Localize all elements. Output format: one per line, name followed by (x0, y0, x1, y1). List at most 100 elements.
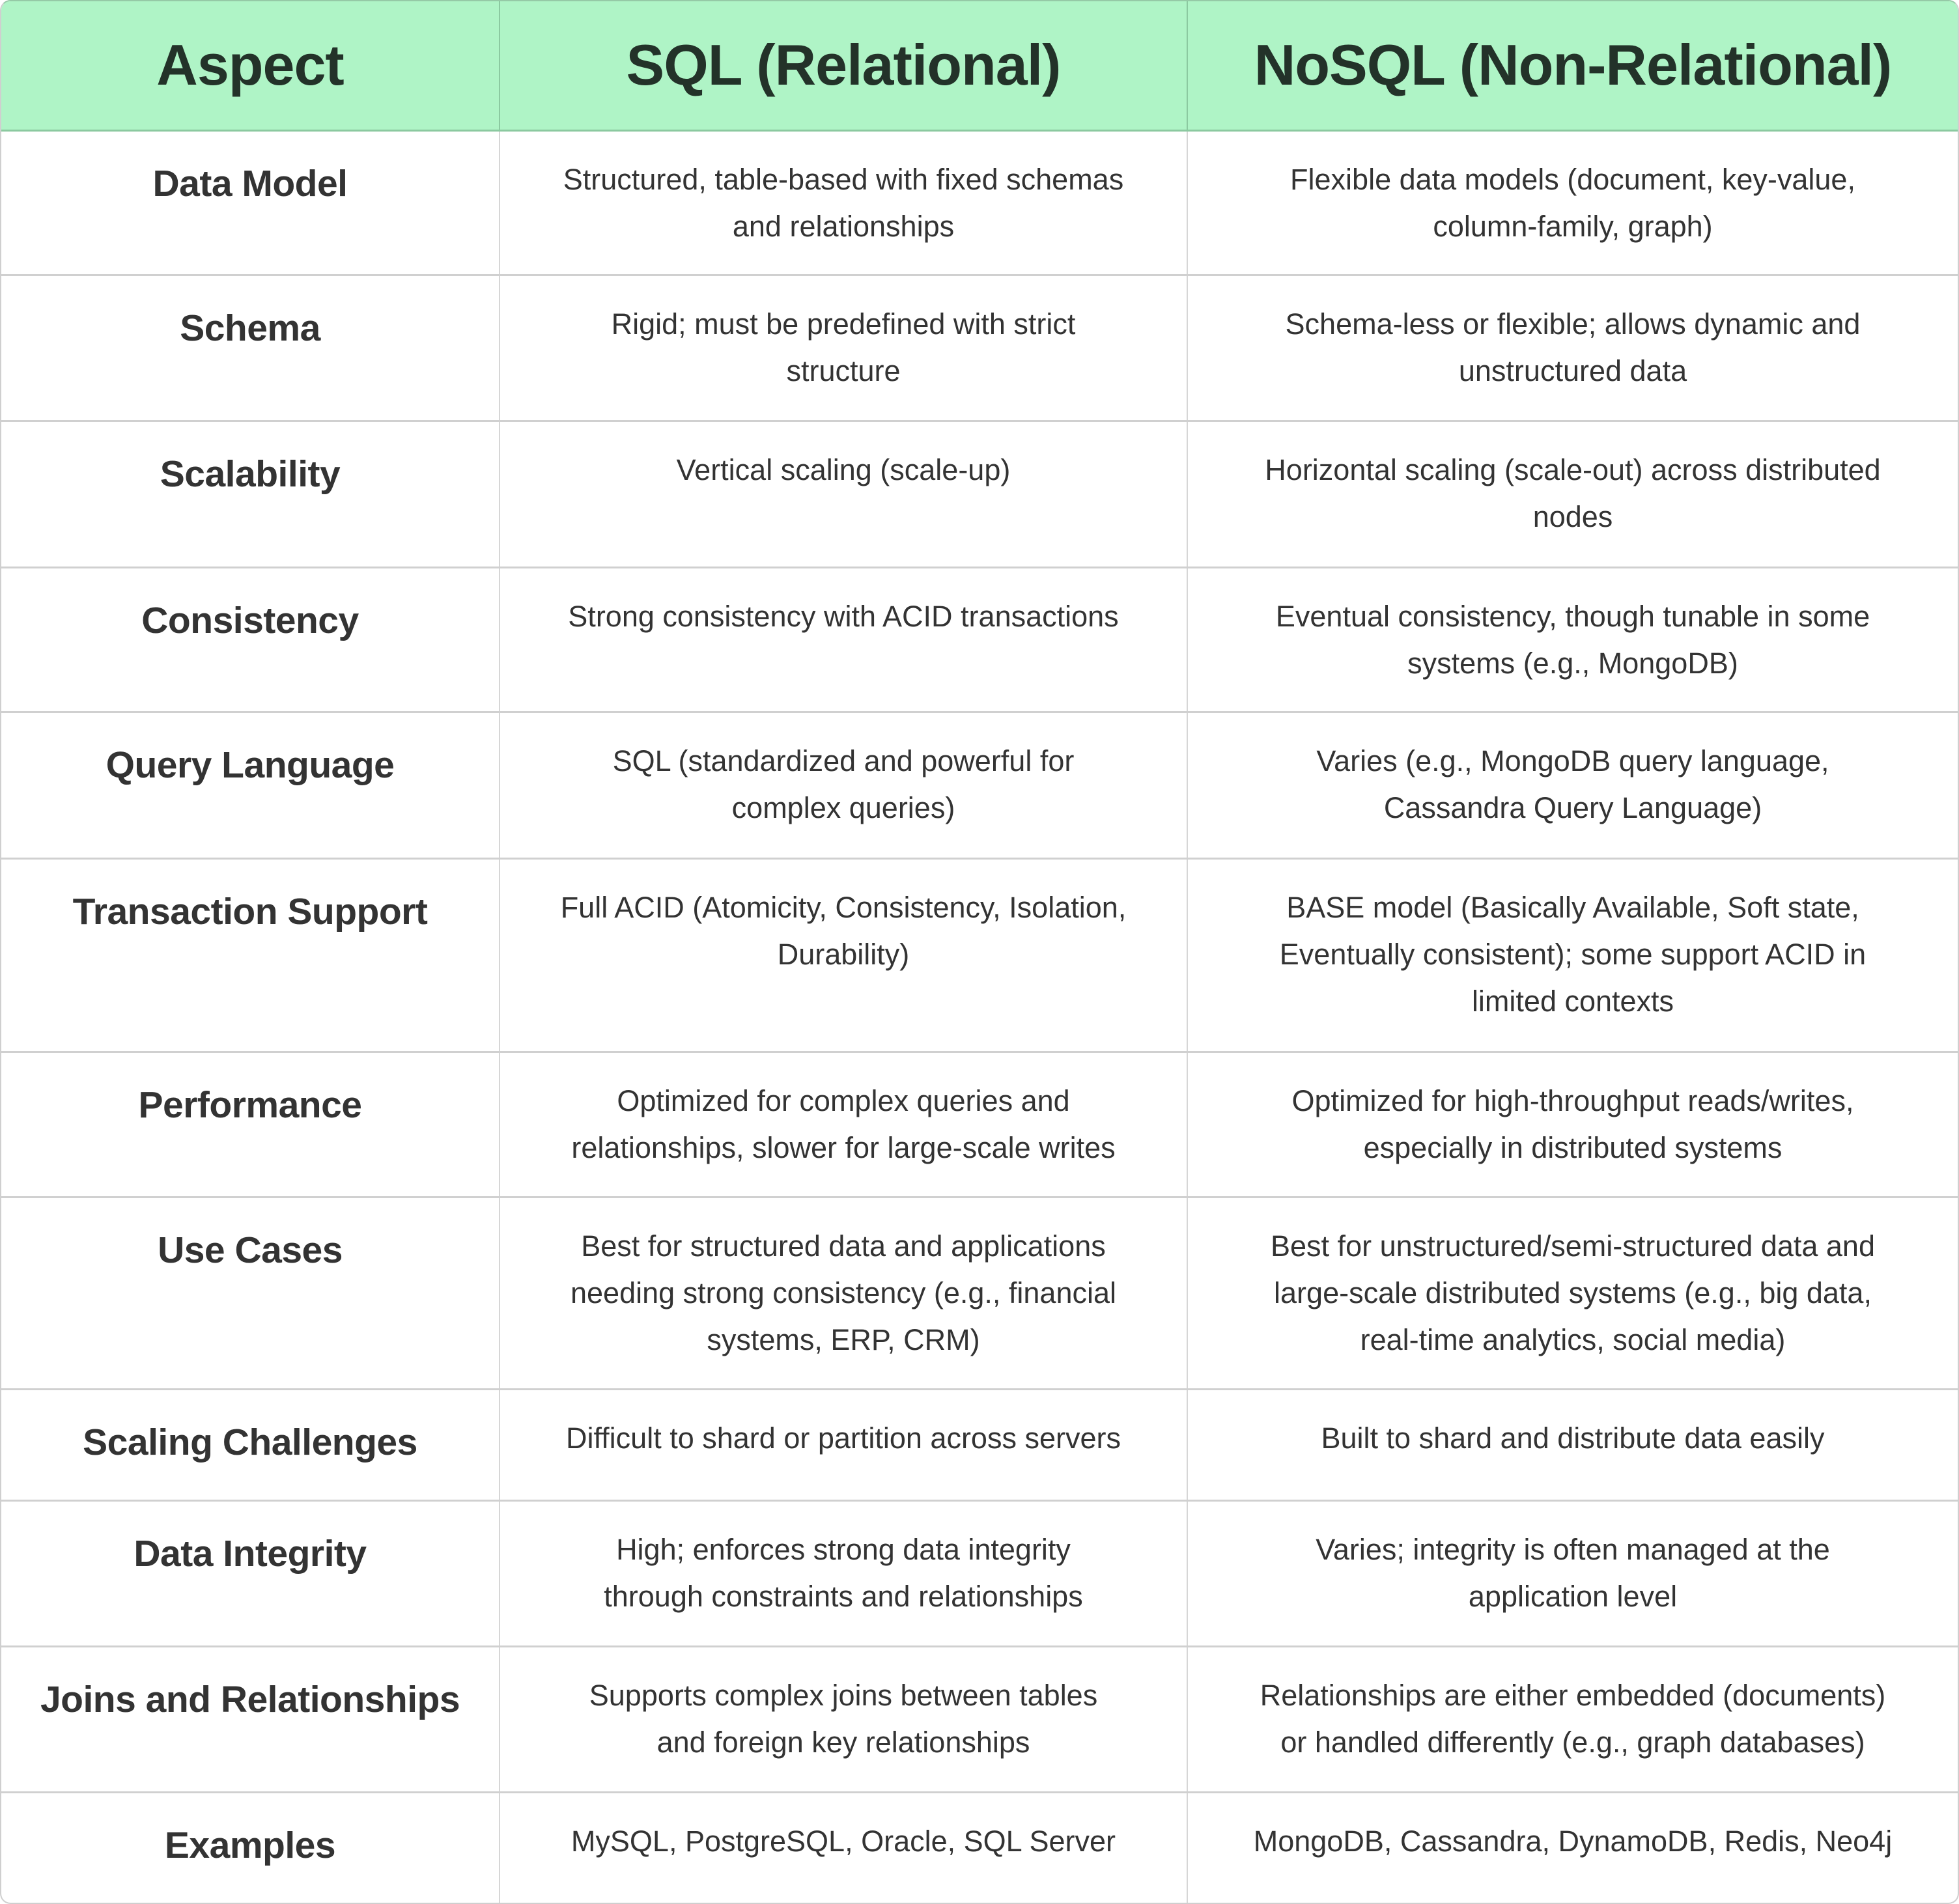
sql-cell: Supports complex joins between tables and… (500, 1646, 1188, 1793)
sql-cell: Best for structured data and application… (500, 1197, 1188, 1390)
sql-cell-line: Durability) (777, 937, 910, 971)
nosql-cell-line: limited contexts (1471, 984, 1674, 1018)
nosql-cell: Varies; integrity is often managed at th… (1187, 1500, 1958, 1647)
sql-cell: Optimized for complex queries and relatio… (500, 1052, 1188, 1198)
nosql-cell-line: BASE model (Basically Available, Soft st… (1286, 890, 1859, 924)
sql-cell-line: through constraints and relationships (604, 1579, 1083, 1613)
nosql-cell-line: Eventually consistent); some support ACI… (1279, 937, 1867, 971)
aspect-cell: Query Language (1, 712, 500, 860)
table-body: Data Model Structured, table-based with f… (1, 130, 1958, 1903)
nosql-cell-line: systems (e.g., MongoDB) (1407, 646, 1738, 680)
nosql-cell-line: column-family, graph) (1433, 209, 1713, 243)
nosql-cell-line: Relationships are either embedded (docum… (1260, 1678, 1886, 1712)
nosql-cell-line: Cassandra Query Language) (1383, 791, 1762, 824)
nosql-cell-line: Built to shard and distribute data easil… (1321, 1421, 1825, 1455)
sql-cell-line: relationships, slower for large-scale wr… (571, 1130, 1116, 1164)
nosql-cell-line: Varies; integrity is often managed at th… (1316, 1532, 1830, 1566)
sql-cell-line: structure (786, 354, 901, 387)
sql-cell-line: Supports complex joins between tables (589, 1678, 1098, 1712)
sql-cell: Rigid; must be predefined with strict str… (500, 275, 1188, 422)
header-nosql: NoSQL (Non-Relational) (1187, 1, 1958, 132)
nosql-cell: Built to shard and distribute data easil… (1187, 1389, 1958, 1502)
nosql-cell: Horizontal scaling (scale-out) across di… (1187, 421, 1958, 568)
sql-cell: MySQL, PostgreSQL, Oracle, SQL Server (500, 1792, 1188, 1903)
nosql-cell: Relationships are either embedded (docum… (1187, 1646, 1958, 1793)
sql-cell-line: and foreign key relationships (656, 1725, 1030, 1759)
sql-cell-line: Structured, table-based with fixed schem… (563, 162, 1124, 196)
sql-cell-line: High; enforces strong data integrity (616, 1532, 1071, 1566)
nosql-cell: Eventual consistency, though tunable in … (1187, 567, 1958, 713)
header-aspect: Aspect (1, 1, 500, 132)
nosql-cell-line: Eventual consistency, though tunable in … (1275, 599, 1870, 633)
nosql-cell-line: large-scale distributed systems (e.g., b… (1274, 1276, 1872, 1309)
sql-cell-line: SQL (standardized and powerful for (612, 744, 1075, 777)
nosql-cell: Optimized for high-throughput reads/writ… (1187, 1052, 1958, 1198)
sql-cell: Vertical scaling (scale-up) (500, 421, 1188, 568)
sql-cell: High; enforces strong data integrity thro… (500, 1500, 1188, 1647)
aspect-cell: Transaction Support (1, 858, 500, 1053)
nosql-cell-line: Horizontal scaling (scale-out) across di… (1265, 453, 1881, 486)
sql-cell: Full ACID (Atomicity, Consistency, Isola… (500, 858, 1188, 1053)
sql-cell-line: MySQL, PostgreSQL, Oracle, SQL Server (571, 1824, 1116, 1858)
sql-cell-line: Difficult to shard or partition across s… (566, 1421, 1121, 1455)
nosql-cell: MongoDB, Cassandra, DynamoDB, Redis, Neo… (1187, 1792, 1958, 1903)
nosql-cell: Flexible data models (document, key-valu… (1187, 130, 1958, 276)
nosql-cell-line: MongoDB, Cassandra, DynamoDB, Redis, Neo… (1253, 1824, 1893, 1858)
aspect-cell: Data Integrity (1, 1500, 500, 1647)
table-row: Use Cases Best for structured data and ap… (1, 1197, 1958, 1390)
nosql-cell-line: Schema-less or flexible; allows dynamic … (1285, 307, 1861, 341)
table-row: Schema Rigid; must be predefined with str… (1, 275, 1958, 422)
sql-cell: Strong consistency with ACID transaction… (500, 567, 1188, 713)
nosql-cell-line: or handled differently (e.g., graph data… (1280, 1725, 1865, 1759)
table-row: Transaction Support Full ACID (Atomicity,… (1, 858, 1958, 1053)
header-sql: SQL (Relational) (500, 1, 1188, 132)
aspect-cell: Joins and Relationships (1, 1646, 500, 1793)
nosql-cell: Schema-less or flexible; allows dynamic … (1187, 275, 1958, 422)
nosql-cell-line: Varies (e.g., MongoDB query language, (1316, 744, 1829, 777)
nosql-cell: Varies (e.g., MongoDB query language, Cas… (1187, 712, 1958, 860)
nosql-cell-line: Flexible data models (document, key-valu… (1290, 162, 1855, 196)
table-row: Performance Optimized for complex queries… (1, 1052, 1958, 1198)
table-row: Joins and Relationships Supports complex … (1, 1646, 1958, 1793)
table-row: Scaling Challenges Difficult to shard or … (1, 1389, 1958, 1502)
sql-cell-line: systems, ERP, CRM) (707, 1323, 980, 1356)
sql-cell-line: Optimized for complex queries and (617, 1084, 1070, 1117)
nosql-cell-line: Best for unstructured/semi-structured da… (1271, 1229, 1875, 1263)
aspect-cell: Use Cases (1, 1197, 500, 1390)
nosql-cell-line: unstructured data (1458, 354, 1687, 387)
aspect-cell: Scalability (1, 421, 500, 568)
comparison-table-container: Aspect SQL (Relational) NoSQL (Non-Relat… (0, 0, 1959, 1904)
sql-vs-nosql-table: Aspect SQL (Relational) NoSQL (Non-Relat… (1, 1, 1958, 1903)
sql-cell-line: Strong consistency with ACID transaction… (568, 599, 1119, 633)
sql-cell-line: Full ACID (Atomicity, Consistency, Isola… (560, 890, 1127, 924)
table-row: Data Model Structured, table-based with f… (1, 130, 1958, 276)
aspect-cell: Performance (1, 1052, 500, 1198)
table-row: Data Integrity High; enforces strong data… (1, 1500, 1958, 1647)
nosql-cell-line: real-time analytics, social media) (1360, 1323, 1786, 1356)
sql-cell: Difficult to shard or partition across s… (500, 1389, 1188, 1502)
aspect-cell: Schema (1, 275, 500, 422)
sql-cell-line: complex queries) (731, 791, 955, 824)
sql-cell-line: Best for structured data and application… (581, 1229, 1106, 1263)
aspect-cell: Data Model (1, 130, 500, 276)
aspect-cell: Consistency (1, 567, 500, 713)
nosql-cell: Best for unstructured/semi-structured da… (1187, 1197, 1958, 1390)
header-row: Aspect SQL (Relational) NoSQL (Non-Relat… (1, 1, 1958, 132)
aspect-cell: Examples (1, 1792, 500, 1903)
aspect-cell: Scaling Challenges (1, 1389, 500, 1502)
nosql-cell-line: application level (1468, 1579, 1678, 1613)
table-row: Query Language SQL (standardized and powe… (1, 712, 1958, 860)
sql-cell: SQL (standardized and powerful for comple… (500, 712, 1188, 860)
nosql-cell: BASE model (Basically Available, Soft st… (1187, 858, 1958, 1053)
sql-cell-line: needing strong consistency (e.g., financ… (571, 1276, 1116, 1309)
sql-cell-line: Rigid; must be predefined with strict (611, 307, 1076, 341)
sql-cell-line: and relationships (732, 209, 955, 243)
nosql-cell-line: Optimized for high-throughput reads/writ… (1291, 1084, 1854, 1117)
table-row: Scalability Vertical scaling (scale-up) Ho… (1, 421, 1958, 568)
nosql-cell-line: especially in distributed systems (1363, 1130, 1783, 1164)
nosql-cell-line: nodes (1532, 499, 1613, 533)
sql-cell: Structured, table-based with fixed schem… (500, 130, 1188, 276)
table-row: Consistency Strong consistency with ACID … (1, 567, 1958, 713)
table-row: Examples MySQL, PostgreSQL, Oracle, SQL S… (1, 1792, 1958, 1903)
sql-cell-line: Vertical scaling (scale-up) (676, 453, 1011, 486)
